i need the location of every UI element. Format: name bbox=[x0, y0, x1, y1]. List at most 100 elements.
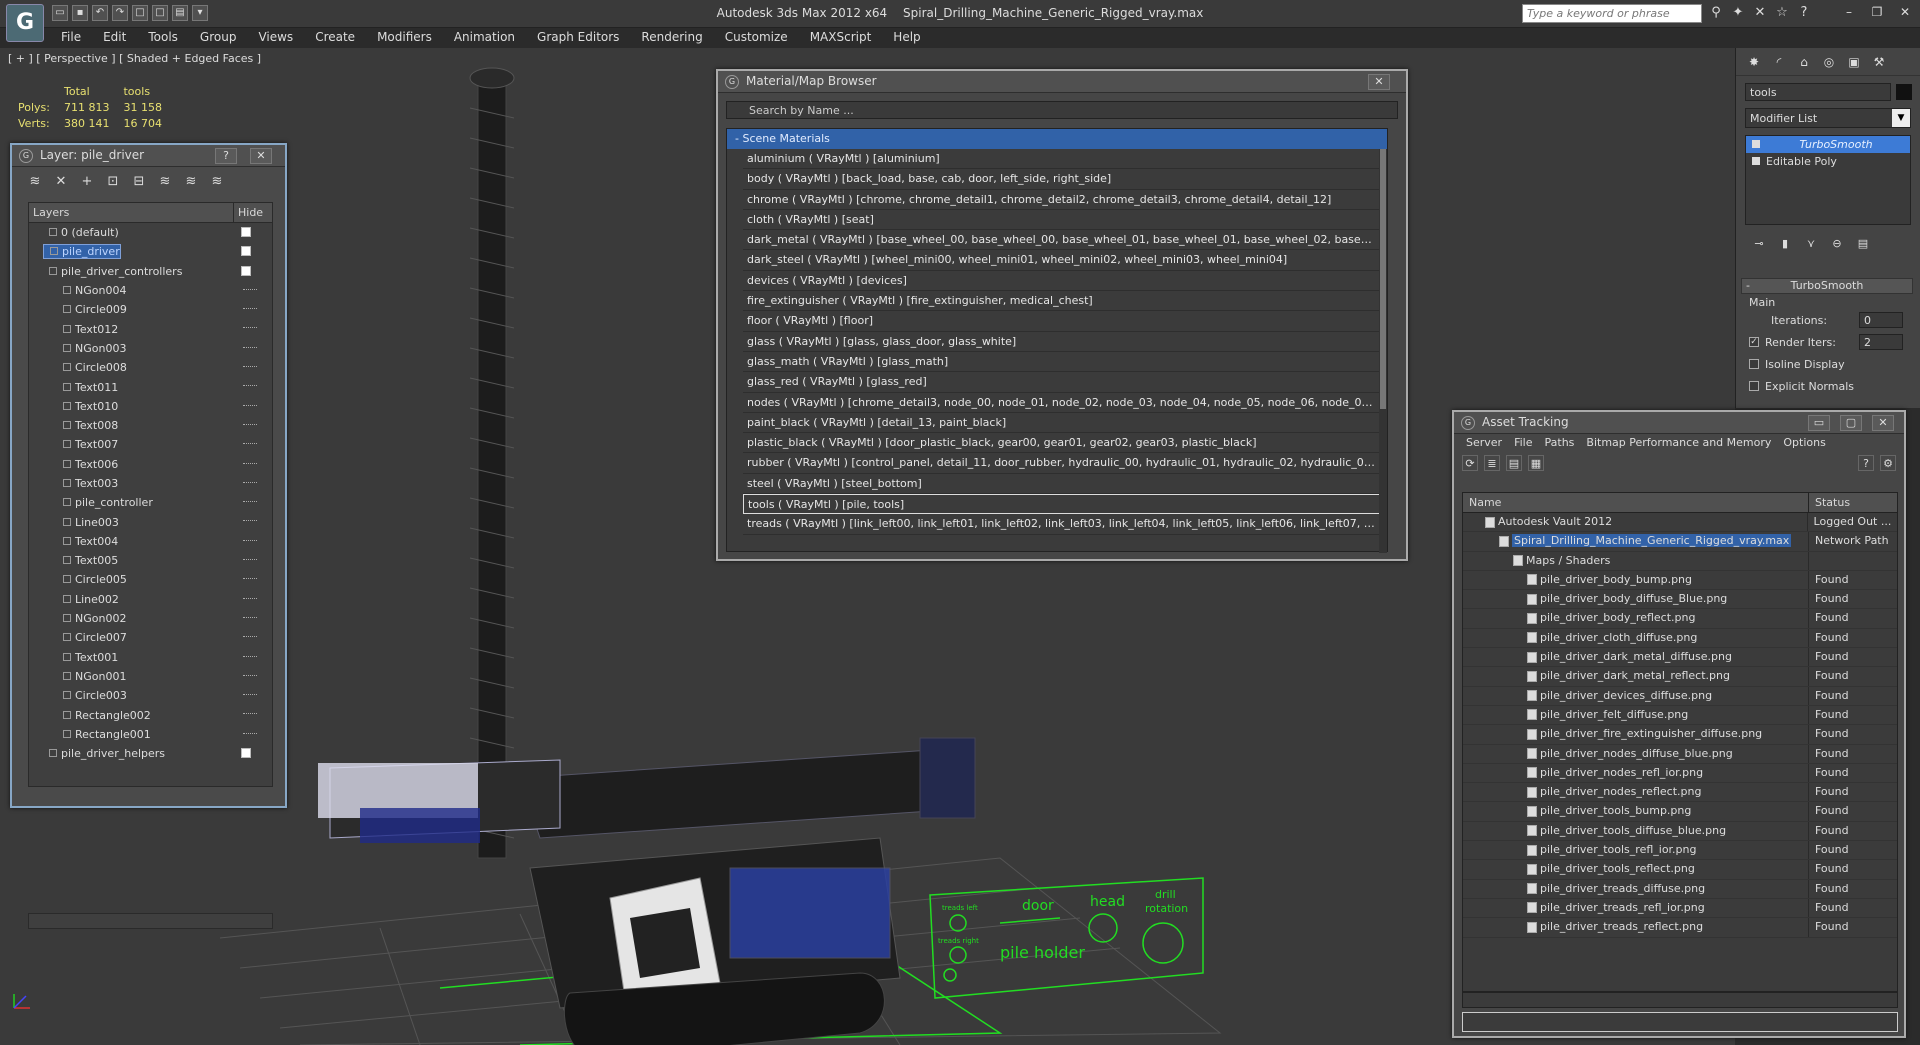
layer-object-row[interactable]: Circle009 bbox=[29, 300, 272, 319]
material-row[interactable]: paint_black ( VRayMtl ) [detail_13, pain… bbox=[743, 413, 1381, 434]
hide-toggle[interactable] bbox=[243, 501, 257, 504]
layer-row[interactable]: 0 (default) bbox=[29, 223, 272, 242]
hide-toggle[interactable] bbox=[243, 327, 257, 330]
layer-object-row[interactable]: Circle007 bbox=[29, 628, 272, 647]
select-layer-icon[interactable]: ⊟ bbox=[130, 173, 148, 191]
subscription-icon[interactable]: ✦ bbox=[1730, 5, 1746, 21]
name-column-header[interactable]: Name bbox=[1463, 493, 1809, 512]
layer-object-row[interactable]: Text008 bbox=[29, 416, 272, 435]
add-layer-icon[interactable]: + bbox=[78, 173, 96, 191]
hide-toggle[interactable] bbox=[243, 366, 257, 369]
select-objects-icon[interactable]: ⊡ bbox=[104, 173, 122, 191]
material-row[interactable]: rubber ( VRayMtl ) [control_panel, detai… bbox=[743, 453, 1381, 474]
hide-toggle[interactable] bbox=[243, 481, 257, 485]
tree-view-icon[interactable]: ▤ bbox=[1506, 455, 1522, 471]
modifier-stack-item[interactable]: TurboSmooth bbox=[1746, 136, 1910, 153]
asset-menu-bitmap-performance-and-memory[interactable]: Bitmap Performance and Memory bbox=[1580, 434, 1777, 452]
close-button[interactable]: ✕ bbox=[1872, 415, 1894, 431]
asset-menu-options[interactable]: Options bbox=[1777, 434, 1831, 452]
material-row[interactable]: glass_red ( VRayMtl ) [glass_red] bbox=[743, 372, 1381, 393]
star-icon[interactable]: ☆ bbox=[1774, 5, 1790, 21]
layer-window-titlebar[interactable]: G Layer: pile_driver ? ✕ bbox=[12, 145, 285, 167]
asset-row[interactable]: pile_driver_treads_reflect.png Found bbox=[1463, 918, 1897, 938]
minimize-button[interactable]: ▭ bbox=[1808, 415, 1830, 431]
table-view-icon[interactable]: ▦ bbox=[1528, 455, 1544, 471]
asset-horizontal-scrollbar[interactable] bbox=[1462, 992, 1898, 1008]
material-row[interactable]: floor ( VRayMtl ) [floor] bbox=[743, 311, 1381, 332]
menu-help[interactable]: Help bbox=[882, 28, 931, 48]
asset-row[interactable]: pile_driver_tools_reflect.png Found bbox=[1463, 860, 1897, 880]
asset-row[interactable]: pile_driver_dark_metal_diffuse.png Found bbox=[1463, 648, 1897, 668]
layer-object-row[interactable]: Line003 bbox=[29, 512, 272, 531]
communication-icon[interactable]: ✕ bbox=[1752, 5, 1768, 21]
asset-row[interactable]: pile_driver_devices_diffuse.png Found bbox=[1463, 686, 1897, 706]
layer-row[interactable]: pile_driver bbox=[29, 242, 272, 261]
layer-object-row[interactable]: Circle003 bbox=[29, 686, 272, 705]
iterations-spinner[interactable]: 0 bbox=[1859, 312, 1903, 328]
poly-icon[interactable] bbox=[1752, 157, 1760, 165]
create-tab-icon[interactable]: ✸ bbox=[1744, 53, 1764, 71]
material-row[interactable]: aluminium ( VRayMtl ) [aluminium] bbox=[743, 149, 1381, 170]
layer-row[interactable]: pile_driver_helpers bbox=[29, 744, 272, 763]
settings-icon[interactable]: ⚙ bbox=[1880, 455, 1896, 471]
asset-row[interactable]: pile_driver_tools_bump.png Found bbox=[1463, 802, 1897, 822]
layer-horizontal-scrollbar[interactable] bbox=[28, 913, 273, 929]
freeze-all-icon[interactable]: ≋ bbox=[208, 173, 226, 191]
turbosmooth-rollout-header[interactable]: - TurboSmooth bbox=[1741, 278, 1913, 294]
layers-column-header[interactable]: Layers bbox=[29, 203, 234, 222]
layers-icon[interactable]: ≋ bbox=[26, 173, 44, 191]
hide-toggle[interactable] bbox=[243, 578, 257, 581]
menu-customize[interactable]: Customize bbox=[714, 28, 799, 48]
display-tab-icon[interactable]: ▣ bbox=[1844, 53, 1864, 71]
remove-modifier-icon[interactable]: ⊖ bbox=[1829, 236, 1845, 252]
layer-object-row[interactable]: Text004 bbox=[29, 532, 272, 551]
isoline-checkbox[interactable] bbox=[1749, 359, 1759, 369]
asset-table[interactable]: Name Status Autodesk Vault 2012 Logged Ou… bbox=[1462, 492, 1898, 992]
material-browser-window[interactable]: G Material/Map Browser ✕ Search by Name … bbox=[716, 69, 1408, 561]
material-row[interactable]: dark_steel ( VRayMtl ) [wheel_mini00, wh… bbox=[743, 250, 1381, 271]
hide-toggle[interactable] bbox=[243, 462, 257, 466]
hide-toggle[interactable] bbox=[243, 732, 257, 736]
asset-row[interactable]: pile_driver_tools_diffuse_blue.png Found bbox=[1463, 821, 1897, 842]
hold-icon[interactable]: □ bbox=[132, 5, 148, 21]
material-row[interactable]: fire_extinguisher ( VRayMtl ) [fire_exti… bbox=[743, 291, 1381, 312]
material-row[interactable]: body ( VRayMtl ) [back_load, base, cab, … bbox=[743, 169, 1381, 190]
hierarchy-tab-icon[interactable]: ⌂ bbox=[1794, 53, 1814, 71]
help-search-input[interactable]: Type a keyword or phrase bbox=[1522, 4, 1702, 23]
hide-toggle[interactable] bbox=[243, 597, 257, 601]
asset-menu-paths[interactable]: Paths bbox=[1539, 434, 1581, 452]
asset-row[interactable]: pile_driver_dark_metal_reflect.png Found bbox=[1463, 667, 1897, 687]
material-row[interactable]: dark_metal ( VRayMtl ) [base_wheel_00, b… bbox=[743, 230, 1381, 251]
material-row[interactable]: plastic_black ( VRayMtl ) [door_plastic_… bbox=[743, 433, 1381, 454]
hide-column-header[interactable]: Hide bbox=[234, 203, 267, 222]
scene-materials-section[interactable]: - Scene Materials bbox=[727, 129, 1387, 149]
menu-create[interactable]: Create bbox=[304, 28, 366, 48]
layer-object-row[interactable]: NGon002 bbox=[29, 609, 272, 628]
asset-row[interactable]: pile_driver_tools_refl_ior.png Found bbox=[1463, 841, 1897, 861]
material-row[interactable]: glass ( VRayMtl ) [glass, glass_door, gl… bbox=[743, 332, 1381, 352]
modifier-stack[interactable]: TurboSmooth Editable Poly bbox=[1745, 135, 1911, 225]
minimize-icon[interactable]: – bbox=[1840, 4, 1858, 20]
menu-tools[interactable]: Tools bbox=[137, 28, 189, 48]
asset-row[interactable]: Spiral_Drilling_Machine_Generic_Rigged_v… bbox=[1463, 532, 1897, 552]
hide-toggle[interactable] bbox=[243, 539, 257, 543]
hide-toggle[interactable] bbox=[241, 246, 251, 257]
layer-object-row[interactable]: Text012 bbox=[29, 319, 272, 338]
asset-tracking-window[interactable]: G Asset Tracking ▭ ▢ ✕ Server File Paths Bi… bbox=[1452, 410, 1906, 1038]
asset-row[interactable]: pile_driver_fire_extinguisher_diffuse.pn… bbox=[1463, 725, 1897, 745]
lightbulb-icon[interactable] bbox=[1752, 140, 1760, 148]
app-logo-icon[interactable]: G bbox=[6, 4, 44, 42]
asset-tracking-titlebar[interactable]: G Asset Tracking ▭ ▢ ✕ bbox=[1454, 412, 1904, 434]
layer-object-row[interactable]: Text001 bbox=[29, 648, 272, 667]
material-row[interactable]: chrome ( VRayMtl ) [chrome, chrome_detai… bbox=[743, 190, 1381, 210]
hide-toggle[interactable] bbox=[241, 227, 251, 237]
help-icon[interactable]: ? bbox=[1858, 455, 1874, 471]
material-list[interactable]: - Scene Materials aluminium ( VRayMtl ) … bbox=[726, 128, 1388, 553]
layer-object-row[interactable]: Text010 bbox=[29, 397, 272, 416]
chevron-down-icon[interactable]: ▼ bbox=[1892, 109, 1910, 127]
asset-row[interactable]: pile_driver_body_diffuse_Blue.png Found bbox=[1463, 590, 1897, 610]
asset-row[interactable]: Maps / Shaders bbox=[1463, 551, 1897, 571]
save-file-icon[interactable]: ▪ bbox=[72, 5, 88, 21]
hide-toggle[interactable] bbox=[243, 346, 257, 350]
make-unique-icon[interactable]: ⋎ bbox=[1803, 236, 1819, 252]
